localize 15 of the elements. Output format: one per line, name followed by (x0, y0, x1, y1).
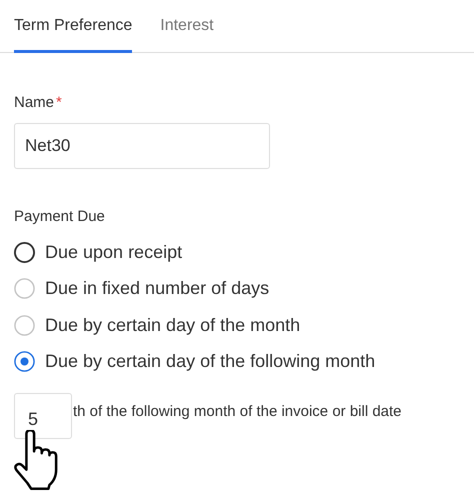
required-mark: * (56, 94, 62, 110)
field-label: Name (14, 94, 54, 110)
option-label: Due in fixed number of days (45, 278, 270, 300)
input-field[interactable]: Net30 (14, 123, 270, 169)
field-label: Payment Due (14, 207, 106, 227)
hand-cursor-icon (13, 430, 59, 490)
option-label: Due by certain day of the following month (45, 351, 376, 372)
option-label: Due by certain day of the month (45, 314, 300, 336)
tab[interactable]: Interest (160, 0, 214, 53)
suffix-text: th of the following month of the invoice or bill date (73, 402, 402, 420)
radio-button[interactable] (14, 351, 35, 372)
option-label: Due upon receipt (45, 242, 182, 263)
input-field[interactable]: 5 (14, 393, 72, 439)
radio-button[interactable] (14, 242, 35, 263)
tab[interactable]: Term Preference (14, 0, 132, 53)
